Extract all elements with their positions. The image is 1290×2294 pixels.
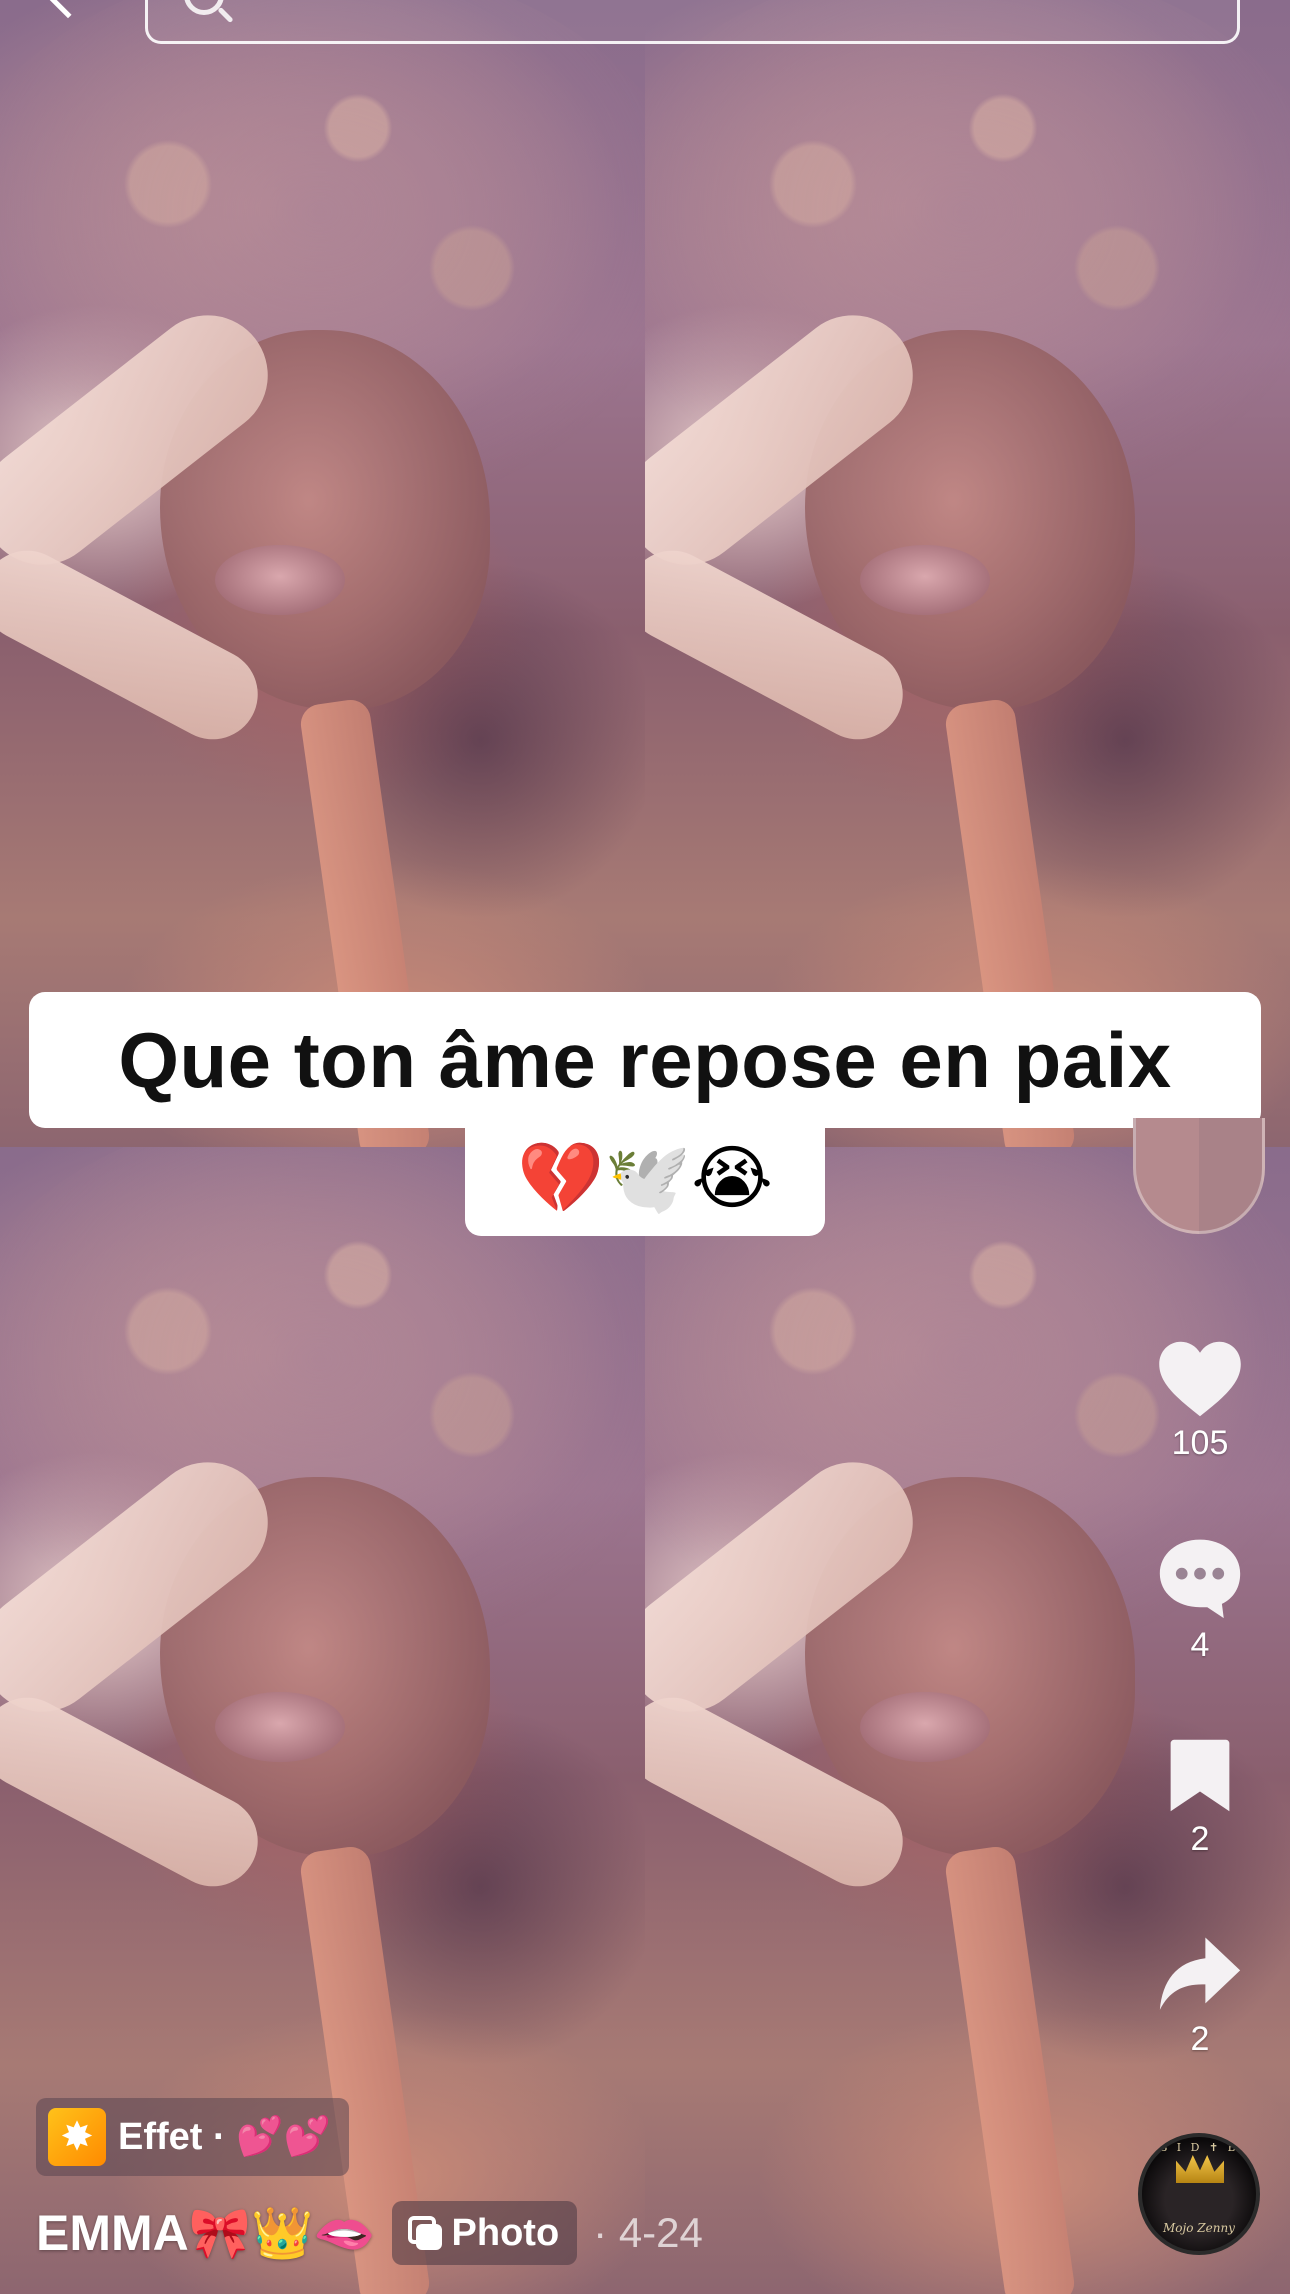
post-meta: EMMA🎀👑🫦 Photo · 4-24 (36, 2200, 703, 2266)
like-button[interactable]: 105 (1140, 1340, 1260, 1463)
sound-disc[interactable]: B I D ✝ B Mojo Zenny (1138, 2133, 1260, 2255)
effect-chip[interactable]: ✸ Effet · 💕💕 (36, 2098, 349, 2176)
search-input[interactable]: Trouver du contenu associé Rechercher (145, 0, 1240, 44)
sound-disc-text: Mojo Zenny (1163, 2221, 1235, 2235)
comment-count: 4 (1190, 1626, 1210, 1664)
sound-disc-top-text: B I D ✝ B (1159, 2141, 1239, 2154)
like-count: 105 (1171, 1424, 1229, 1462)
comment-button[interactable]: 4 (1140, 1536, 1260, 1665)
share-button[interactable]: 2 (1140, 1934, 1260, 2059)
comment-icon (1156, 1536, 1244, 1620)
search-icon (184, 0, 224, 15)
bookmark-button[interactable]: 2 (1140, 1738, 1260, 1859)
share-count: 2 (1190, 2020, 1210, 2058)
photo-post-screen: Trouver du contenu associé Rechercher Qu… (0, 0, 1290, 2294)
photo-tile (645, 1147, 1290, 2294)
crown-icon (1176, 2155, 1224, 2183)
photo-tile (0, 0, 645, 1147)
heart-icon (1157, 1340, 1243, 1418)
photo-tile (645, 0, 1290, 1147)
share-arrow-icon (1157, 1934, 1243, 2014)
caption-text: Que ton âme repose en paix (29, 992, 1261, 1128)
back-arrow-icon[interactable] (39, 0, 97, 19)
photo-type-label: Photo (451, 2211, 560, 2254)
top-bar: Trouver du contenu associé Rechercher (0, 0, 1290, 60)
bookmark-icon (1167, 1738, 1233, 1814)
post-date: · 4-24 (593, 2209, 703, 2256)
bookmark-count: 2 (1190, 1820, 1210, 1858)
sparkle-burst-icon: ✸ (48, 2108, 106, 2166)
caption-emoji: 💔🕊️😭 (465, 1120, 825, 1236)
search-button[interactable]: Rechercher (992, 0, 1201, 8)
search-placeholder: Trouver du contenu associé (268, 0, 736, 8)
photo-stack-icon (407, 2216, 442, 2250)
author-name[interactable]: EMMA🎀👑🫦 (36, 2204, 376, 2263)
photo-type-badge: Photo (391, 2201, 578, 2265)
effect-label: Effet · 💕💕 (118, 2116, 331, 2158)
